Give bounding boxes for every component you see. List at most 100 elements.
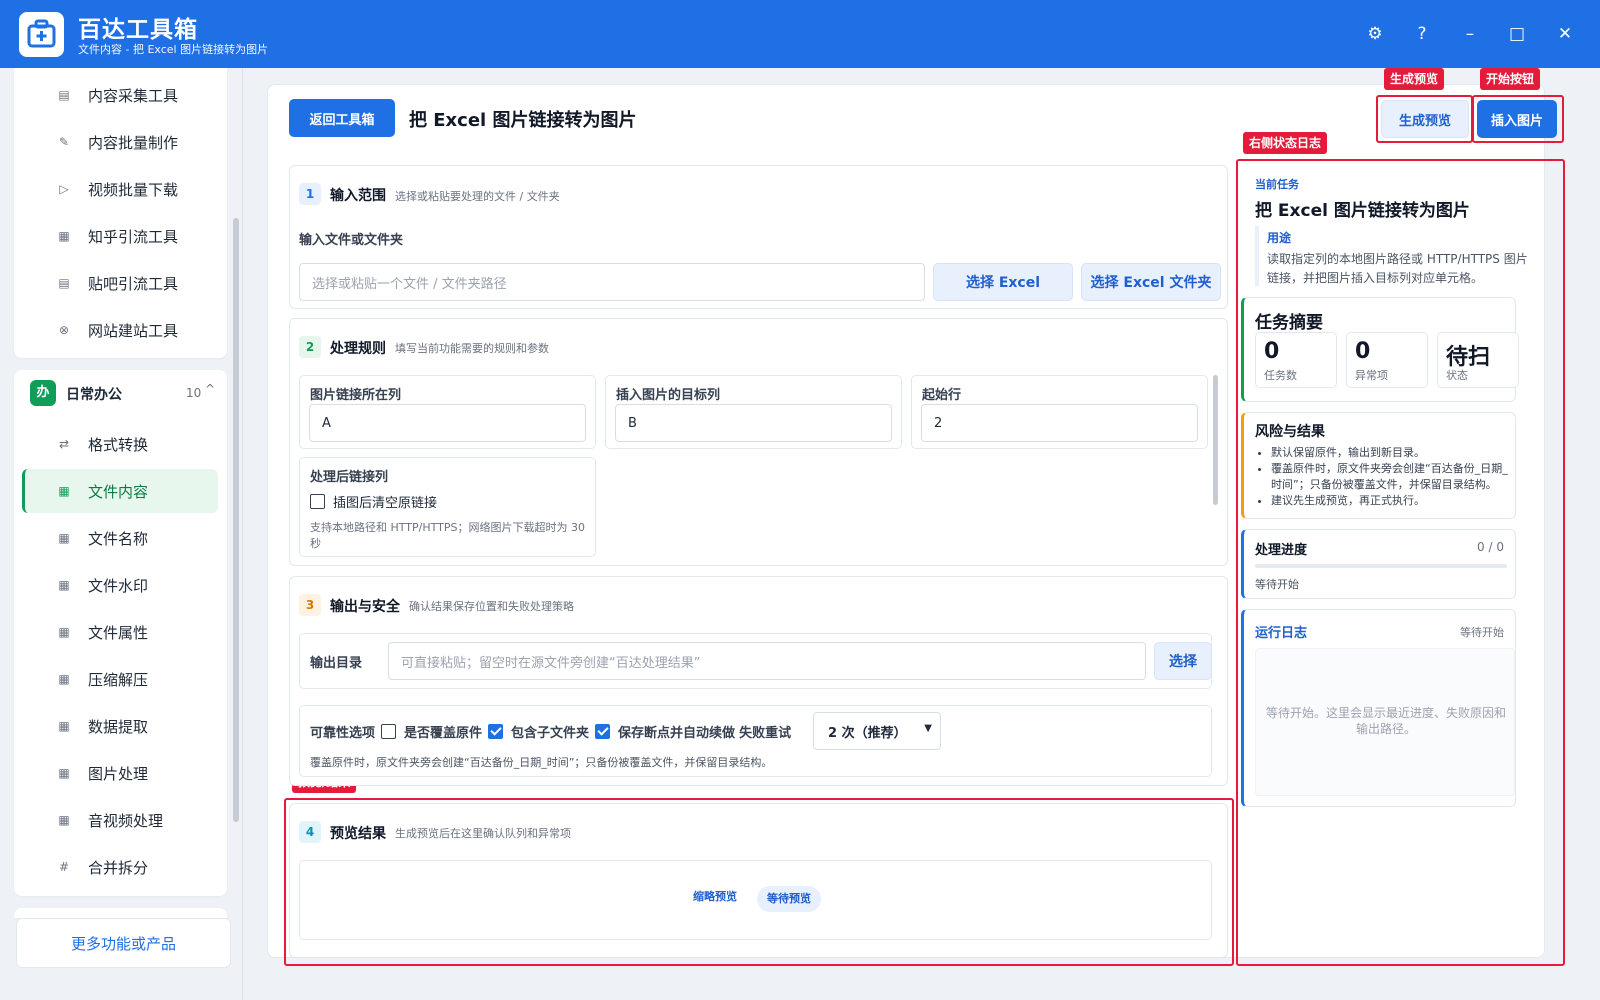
retry-select[interactable]: 2 次（推荐） ▼ [813,712,941,750]
group-title: 日常办公 [66,387,122,403]
field-link-column: 图片链接所在列 A [299,375,596,449]
section-number: 2 [299,336,321,358]
field-label: 插入图片的目标列 [616,388,721,403]
rules-scrollbar[interactable] [1213,375,1218,505]
back-to-toolbox-button[interactable]: 返回工具箱 [289,99,395,137]
sidebar-scrollbar[interactable] [233,218,239,822]
sidebar-item-label: 知乎引流工具 [88,227,179,246]
sidebar-item-1[interactable]: ▤ 内容采集工具 [22,73,218,117]
section-number: 3 [299,594,321,616]
section-title: 输出与安全 [330,599,400,615]
sidebar-item-icon: ▦ [58,672,70,686]
stat-task-count: 0 任务数 [1255,332,1337,388]
sidebar-item-label: 格式转换 [88,435,149,454]
target-column-input[interactable]: B [615,404,892,442]
sidebar-item-1[interactable]: ⇄ 格式转换 [22,422,218,466]
risk-item: 覆盖原件时，原文件夹旁会创建“百达备份_日期_时间”；只备份被覆盖文件，并保留目… [1271,461,1517,493]
sidebar-item-5[interactable]: ▦ 文件属性 [22,610,218,654]
select-excel-button[interactable]: 选择 Excel [933,263,1073,301]
subfolder-label: 包含子文件夹 [511,726,590,741]
progress-status: 等待开始 [1255,578,1299,591]
sidebar-item-6[interactable]: ▦ 压缩解压 [22,657,218,701]
sidebar-item-icon: ✎ [58,135,70,149]
link-column-input[interactable]: A [309,404,586,442]
generate-preview-button[interactable]: 生成预览 [1381,100,1469,138]
clear-link-checkbox[interactable] [310,494,325,509]
app-title: 百达工具箱 [78,17,198,43]
sidebar-item-7[interactable]: ▦ 数据提取 [22,704,218,748]
stat-status: 待扫 状态 [1437,332,1519,388]
sidebar-item-2[interactable]: ▦ 文件内容 [22,469,218,513]
sidebar-item-8[interactable]: ▦ 图片处理 [22,751,218,795]
input-field-label: 输入文件或文件夹 [299,233,404,248]
section-output-safety: 3 输出与安全 确认结果保存位置和失败处理策略 输出目录 可直接粘贴；留空时在源… [289,576,1228,786]
sidebar-item-label: 文件水印 [88,576,149,595]
sidebar-item-label: 数据提取 [88,717,149,736]
sidebar-item-6[interactable]: ⊗ 网站建站工具 [22,308,218,352]
help-icon[interactable]: ? [1410,22,1434,46]
sidebar-item-label: 文件名称 [88,529,149,548]
preview-area: 缩略预览 等待预览 [299,860,1212,940]
sidebar-item-10[interactable]: # 合并拆分 [22,845,218,889]
risk-title: 风险与结果 [1255,424,1325,440]
field-label: 处理后链接列 [310,470,389,485]
annotation-tag-log: 右侧状态日志 [1243,132,1328,154]
overwrite-checkbox[interactable] [381,724,397,739]
link-hint: 支持本地路径和 HTTP/HTTPS；网络图片下载超时为 30 秒 [310,521,585,550]
input-path-field[interactable]: 选择或粘贴一个文件 / 文件夹路径 [299,263,925,301]
right-status-panel: 当前任务 把 Excel 图片链接转为图片 用途 读取指定列的本地图片路径或 H… [1241,172,1541,292]
resume-checkbox[interactable] [595,724,611,739]
sidebar-item-3[interactable]: ▷ 视频批量下载 [22,167,218,211]
purpose-label: 用途 [1267,231,1292,245]
sidebar-item-icon: ▦ [58,229,70,243]
section-number: 4 [299,821,321,843]
progress-card: 处理进度 0 / 0 等待开始 [1241,529,1516,599]
log-status: 等待开始 [1460,626,1504,639]
choose-output-button[interactable]: 选择 [1154,642,1212,680]
retry-value: 2 次（推荐） [828,725,907,741]
resume-label: 保存断点并自动续做 [618,726,736,741]
progress-bar [1255,564,1507,568]
maximize-icon[interactable]: □ [1505,22,1529,46]
sidebar-item-icon: ▤ [58,276,70,290]
more-products-link[interactable]: 更多功能或产品 [16,918,231,968]
start-row-input[interactable]: 2 [921,404,1198,442]
sidebar-item-label: 图片处理 [88,764,149,783]
field-label: 图片链接所在列 [310,388,402,403]
retry-label: 失败重试 [739,726,792,741]
sidebar-item-9[interactable]: ▦ 音视频处理 [22,798,218,842]
sidebar-item-2[interactable]: ✎ 内容批量制作 [22,120,218,164]
sidebar-item-5[interactable]: ▤ 贴吧引流工具 [22,261,218,305]
insert-images-button[interactable]: 插入图片 [1477,100,1557,138]
sidebar-item-icon: ▦ [58,484,70,498]
settings-icon[interactable]: ⚙ [1363,22,1387,46]
chevron-down-icon: ▼ [924,723,932,734]
output-dir-input[interactable]: 可直接粘贴；留空时在源文件旁创建“百达处理结果” [388,642,1146,680]
app-subtitle: 文件内容 - 把 Excel 图片链接转为图片 [78,43,269,56]
sidebar-item-4[interactable]: ▦ 文件水印 [22,563,218,607]
subfolder-checkbox[interactable] [488,724,504,739]
sidebar-item-icon: ▦ [58,719,70,733]
field-target-column: 插入图片的目标列 B [605,375,902,449]
field-start-row: 起始行 2 [911,375,1208,449]
select-excel-folder-button[interactable]: 选择 Excel 文件夹 [1081,263,1221,301]
purpose-text: 读取指定列的本地图片路径或 HTTP/HTTPS 图片链接，并把图片插入目标列对… [1267,252,1528,285]
risk-list: 默认保留原件，输出到新目录。 覆盖原件时，原文件夹旁会创建“百达备份_日期_时间… [1255,445,1517,509]
annotation-tag-start: 开始按钮 [1480,68,1541,90]
collapse-caret-icon[interactable]: ^ [205,382,215,396]
sidebar-item-4[interactable]: ▦ 知乎引流工具 [22,214,218,258]
sidebar-item-label: 文件属性 [88,623,149,642]
sidebar-item-label: 文件内容 [88,482,149,501]
clear-link-option[interactable]: 插图后清空原链接 [310,492,437,511]
sidebar-item-icon: ▷ [59,182,69,196]
purpose-accent [1255,226,1259,286]
sidebar: 办 日常办公 10 ^ ▤ 内容采集工具 ✎ 内容批量制作 ▷ 视频批量下载 ▦ 知乎引流工具… [0,68,243,1000]
backup-note: 覆盖原件时，原文件夹旁会创建“百达备份_日期_时间”；只备份被覆盖文件，并保留目… [310,756,773,769]
sidebar-item-icon: ▤ [58,88,70,102]
stat-exceptions: 0 异常项 [1346,332,1428,388]
risk-result-card: 风险与结果 默认保留原件，输出到新目录。 覆盖原件时，原文件夹旁会创建“百达备份… [1241,412,1516,519]
sidebar-item-label: 合并拆分 [88,858,149,877]
sidebar-item-3[interactable]: ▦ 文件名称 [22,516,218,560]
minimize-icon[interactable]: – [1458,22,1482,46]
close-icon[interactable]: ✕ [1553,22,1577,46]
